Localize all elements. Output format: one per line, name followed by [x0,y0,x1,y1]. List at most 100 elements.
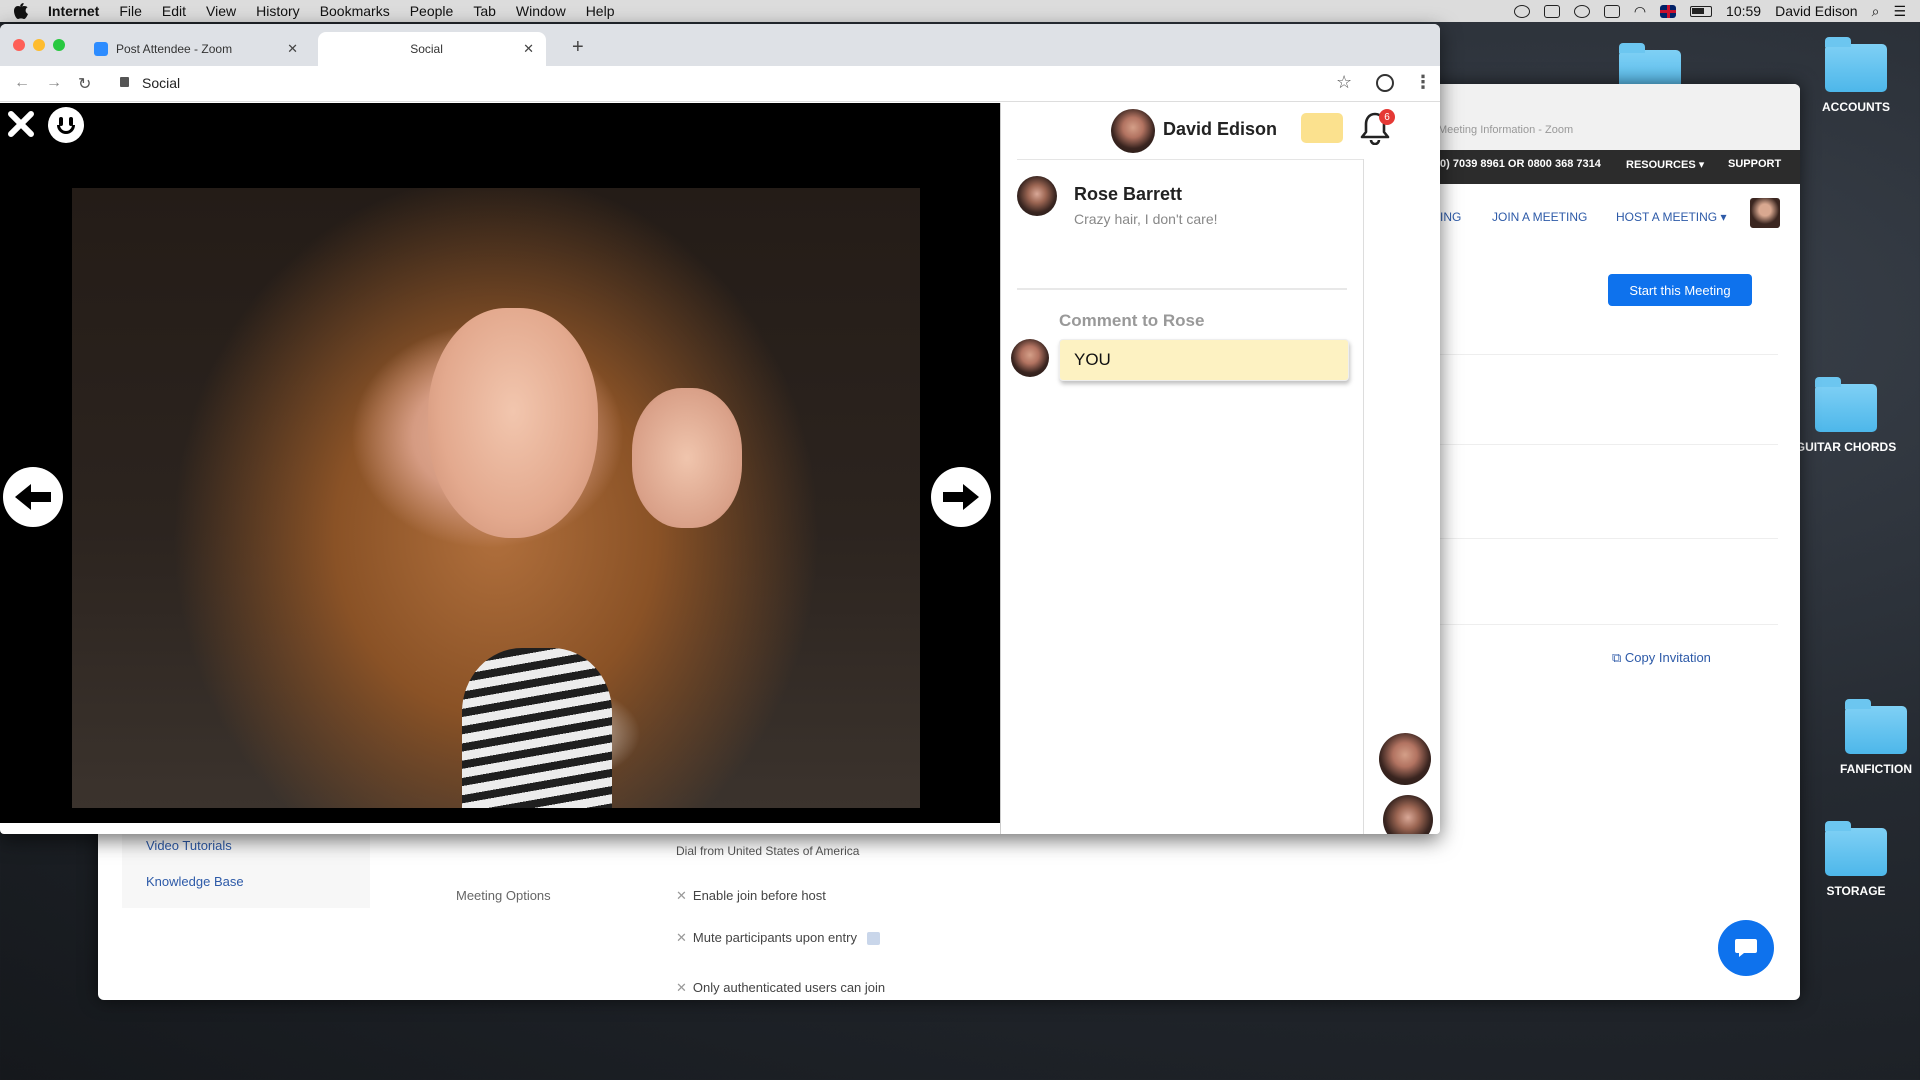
zoom-join-meeting-link[interactable]: JOIN A MEETING [1492,210,1587,224]
copy-invitation-link[interactable]: ⧉ Copy Invitation [1612,650,1711,666]
x-icon: ✕ [676,930,687,945]
desktop-folder-fanfiction[interactable]: FANFICTION [1816,699,1920,776]
x-icon: ✕ [676,888,687,903]
social-panel: David Edison 6 Rose Barrett Crazy hair, … [1000,103,1440,834]
zoom-host-meeting-menu[interactable]: HOST A MEETING ▾ [1616,210,1727,224]
new-tab-icon[interactable]: + [572,36,584,59]
menubar: Internet File Edit View History Bookmark… [0,0,1920,22]
panel-divider [1363,159,1364,834]
menu-people[interactable]: People [410,3,454,19]
menu-edit[interactable]: Edit [162,3,186,19]
zoom-favicon-icon [94,42,108,56]
menu-file[interactable]: File [119,3,142,19]
menubar-user[interactable]: David Edison [1775,3,1858,19]
browser-window[interactable]: Post Attendee - Zoom ✕ Social ✕ + ← → ↻ … [0,24,1440,834]
bookmark-star-icon[interactable]: ☆ [1336,72,1352,93]
chat-bubble-icon [1735,939,1757,957]
chat-support-button[interactable] [1718,920,1774,976]
post-author-avatar[interactable] [1017,176,1057,216]
profile-icon[interactable] [1376,74,1394,92]
desktop-folder-storage[interactable]: STORAGE [1796,821,1916,898]
menu-view[interactable]: View [206,3,236,19]
arrow-right-icon [943,484,979,510]
arrow-left-icon [15,484,51,510]
reload-icon[interactable]: ↻ [78,74,91,94]
spotlight-icon[interactable]: ⌕ [1872,3,1880,20]
zoom-resources-menu[interactable]: RESOURCES ▾ [1626,158,1704,171]
x-icon: ✕ [676,980,687,995]
option-label: Enable join before host [692,888,826,903]
folder-icon [1815,377,1877,432]
uk-flag-icon[interactable] [1660,4,1677,18]
address-bar[interactable]: Social [142,75,180,91]
photo-hand [632,388,742,528]
tab-close-icon[interactable]: ✕ [523,41,534,57]
notification-badge: 6 [1379,109,1395,125]
option-label: Only authenticated users can join [692,980,886,995]
dial-from-text: Dial from United States of America [676,844,860,858]
wifi-icon[interactable]: ◠ [1634,3,1646,20]
option-label: Mute participants upon entry [692,930,857,945]
zoom-user-avatar[interactable] [1750,198,1780,228]
meeting-options-label: Meeting Options [456,888,551,903]
start-meeting-button[interactable]: Start this Meeting [1608,274,1752,306]
knowledge-base-link[interactable]: Knowledge Base [146,874,244,889]
close-window-button[interactable] [13,39,25,51]
folder-icon [1825,37,1887,92]
tab-social[interactable]: Social ✕ [318,32,546,66]
airplay-icon[interactable] [1603,4,1620,18]
commenter-avatar [1011,339,1049,377]
folder-icon [1845,699,1907,754]
battery-icon[interactable] [1690,5,1713,17]
friend-avatar-rose[interactable] [1383,795,1433,834]
comment-input[interactable] [1059,339,1349,381]
close-icon[interactable] [8,111,34,137]
browser-toolbar: ← → ↻ Social ☆ ⋮ [0,66,1440,102]
maximize-window-button[interactable] [53,39,65,51]
browser-menu-icon[interactable]: ⋮ [1414,72,1432,93]
post-caption: Crazy hair, I don't care! [1074,211,1218,227]
messages-icon[interactable] [1301,113,1343,143]
divider [1438,354,1778,355]
video-tutorials-link[interactable]: Video Tutorials [146,838,232,853]
post-divider [1017,288,1347,290]
tab-close-icon[interactable]: ✕ [287,41,298,57]
screen-icon[interactable] [1543,4,1560,18]
minimize-window-button[interactable] [33,39,45,51]
user-name[interactable]: David Edison [1163,119,1277,140]
post-photo [72,188,920,808]
desktop-folder-accounts[interactable]: ACCOUNTS [1796,37,1916,114]
eye-icon[interactable] [1573,4,1590,18]
background-tab-title[interactable]: Meeting Information - Zoom [1438,124,1573,136]
tab-bar: Post Attendee - Zoom ✕ Social ✕ + [0,24,1440,66]
zoom-support-link[interactable]: SUPPORT [1728,158,1781,170]
apple-icon[interactable] [14,3,28,19]
notification-center-icon[interactable]: ☰ [1893,3,1906,20]
friend-avatar-david[interactable] [1379,733,1431,785]
user-avatar[interactable] [1111,109,1155,153]
photo-viewer [0,103,1000,823]
tab-post-attendee[interactable]: Post Attendee - Zoom ✕ [82,32,310,66]
menu-help[interactable]: Help [586,3,615,19]
forward-icon[interactable]: → [46,74,62,92]
menu-bookmarks[interactable]: Bookmarks [320,3,390,19]
next-photo-button[interactable] [931,467,991,527]
clock[interactable]: 10:59 [1726,3,1761,19]
photo-shirt [462,648,612,808]
folder-label: STORAGE [1826,884,1886,898]
post-author-name[interactable]: Rose Barrett [1074,184,1182,205]
menu-window[interactable]: Window [516,3,566,19]
zoom-phone-numbers: 0) 7039 8961 OR 0800 368 7314 [1440,158,1601,170]
menu-tab[interactable]: Tab [473,3,496,19]
back-icon[interactable]: ← [14,74,30,92]
desktop-folder-guitar-chords[interactable]: GUITAR CHORDS [1786,377,1906,454]
smiley-icon[interactable] [48,107,84,143]
app-menu[interactable]: Internet [48,3,99,19]
copy-invitation-label: Copy Invitation [1624,650,1711,665]
option-authenticated-only: ✕ Only authenticated users can join [676,980,885,996]
menu-history[interactable]: History [256,3,300,19]
zoom-nav-partial[interactable]: ING [1440,210,1461,224]
info-icon[interactable] [866,932,880,946]
previous-photo-button[interactable] [3,467,63,527]
record-icon[interactable] [1513,4,1530,18]
